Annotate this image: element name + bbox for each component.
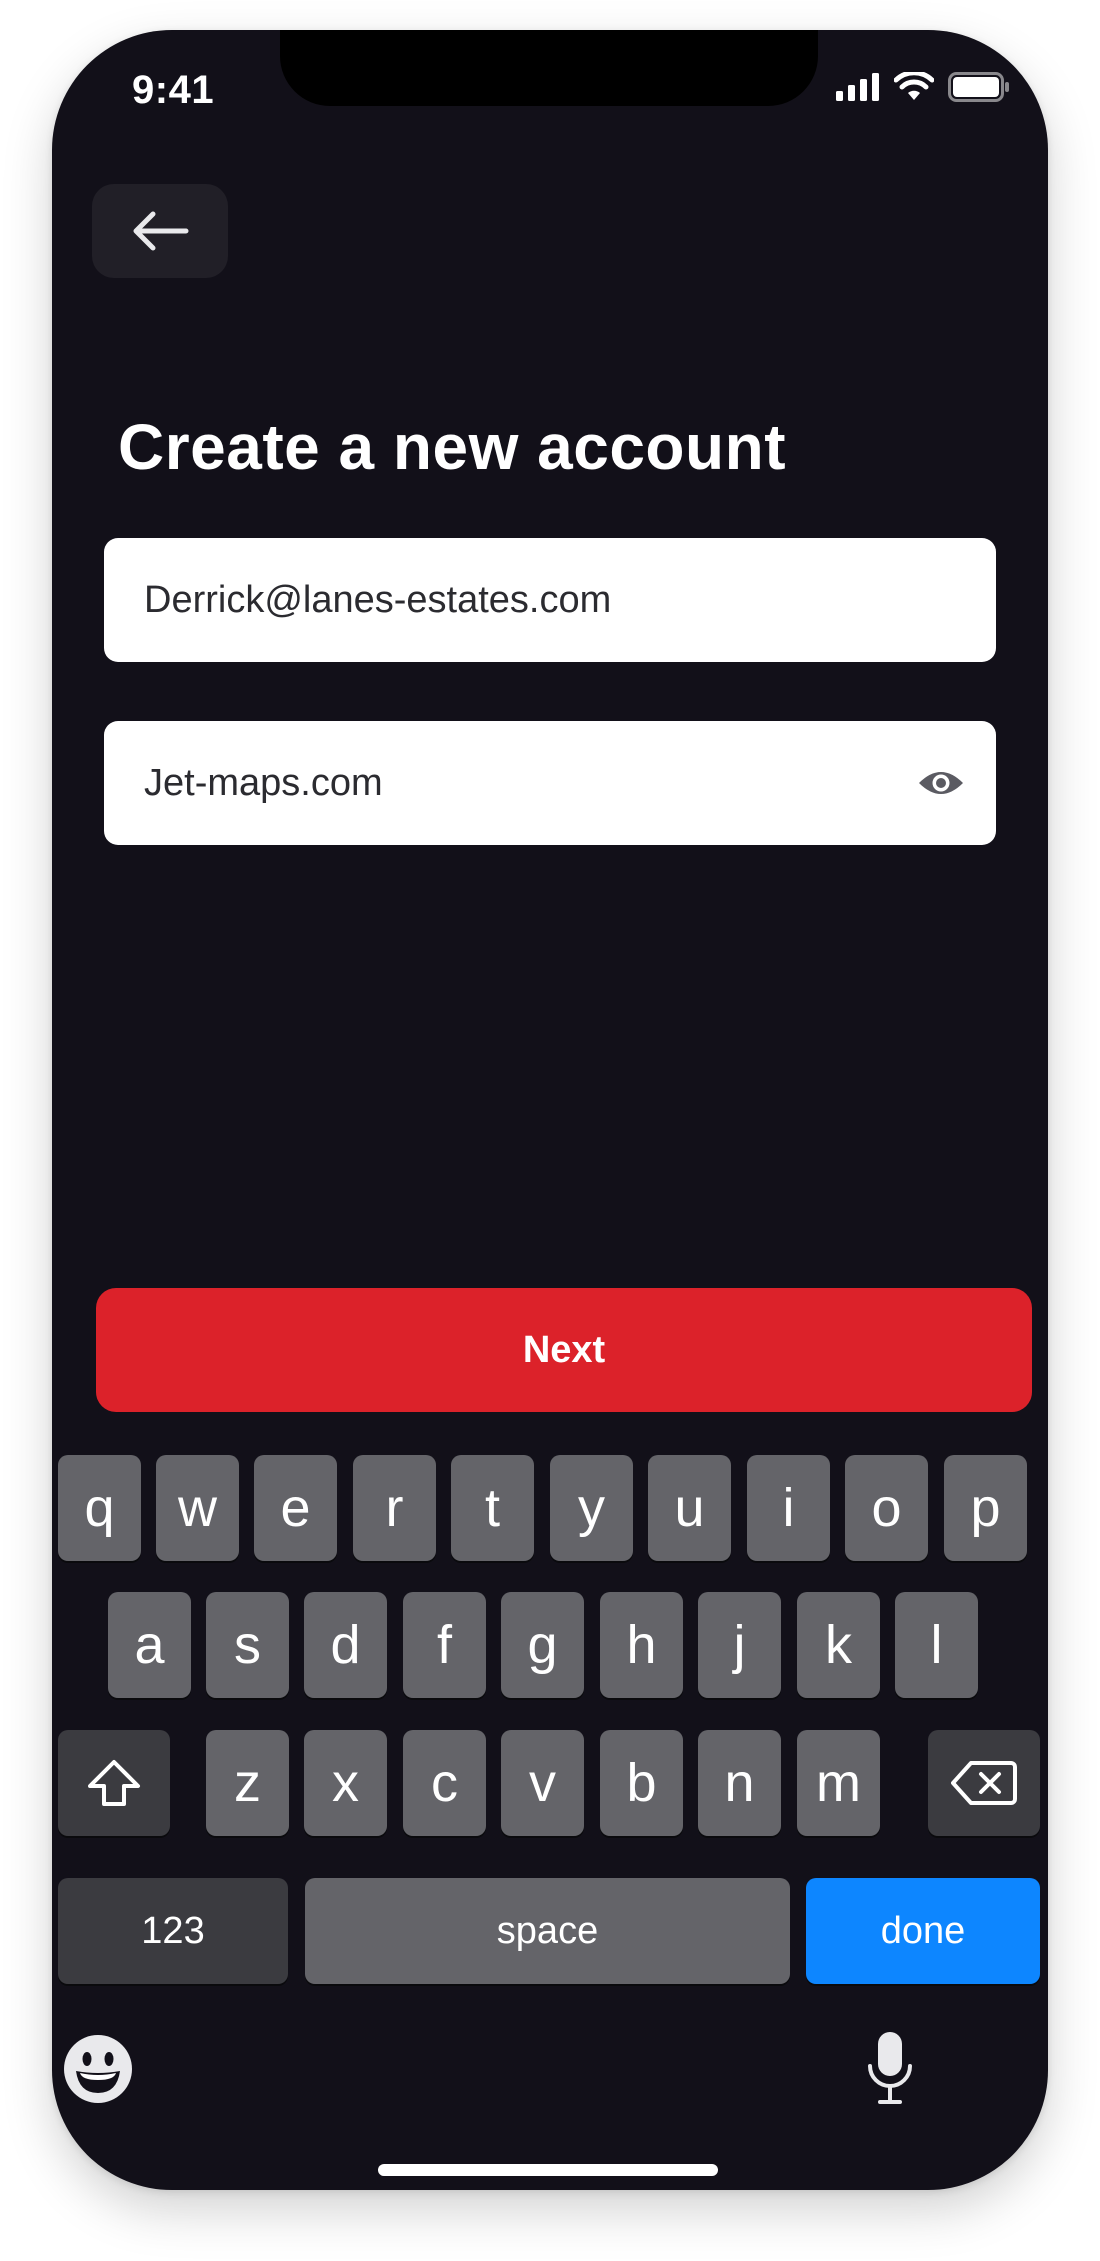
done-key[interactable]: done xyxy=(806,1878,1040,1984)
key-i[interactable]: i xyxy=(747,1455,830,1561)
key-x[interactable]: x xyxy=(304,1730,387,1836)
key-d[interactable]: d xyxy=(304,1592,387,1698)
key-z[interactable]: z xyxy=(206,1730,289,1836)
shift-key[interactable] xyxy=(58,1730,170,1836)
key-j[interactable]: j xyxy=(698,1592,781,1698)
email-input[interactable] xyxy=(144,578,956,622)
backspace-key[interactable] xyxy=(928,1730,1040,1836)
next-button[interactable]: Next xyxy=(96,1288,1032,1412)
password-input[interactable] xyxy=(144,761,916,805)
space-key[interactable]: space xyxy=(305,1878,790,1984)
key-y[interactable]: y xyxy=(550,1455,633,1561)
key-k[interactable]: k xyxy=(797,1592,880,1698)
key-p[interactable]: p xyxy=(944,1455,1027,1561)
numbers-key[interactable]: 123 xyxy=(58,1878,288,1984)
key-w[interactable]: w xyxy=(156,1455,239,1561)
notch xyxy=(280,30,818,106)
key-e[interactable]: e xyxy=(254,1455,337,1561)
status-icons xyxy=(836,72,1010,102)
key-f[interactable]: f xyxy=(403,1592,486,1698)
backspace-icon xyxy=(951,1761,1017,1805)
password-field[interactable] xyxy=(104,721,996,845)
microphone-icon[interactable] xyxy=(866,2030,914,2106)
key-s[interactable]: s xyxy=(206,1592,289,1698)
back-button[interactable] xyxy=(92,184,228,278)
key-h[interactable]: h xyxy=(600,1592,683,1698)
page-title: Create a new account xyxy=(118,411,786,483)
key-m[interactable]: m xyxy=(797,1730,880,1836)
key-g[interactable]: g xyxy=(501,1592,584,1698)
status-time: 9:41 xyxy=(132,68,215,112)
key-t[interactable]: t xyxy=(451,1455,534,1561)
key-v[interactable]: v xyxy=(501,1730,584,1836)
key-u[interactable]: u xyxy=(648,1455,731,1561)
signal-icon xyxy=(836,73,879,101)
home-indicator xyxy=(378,2164,718,2176)
key-q[interactable]: q xyxy=(58,1455,141,1561)
key-o[interactable]: o xyxy=(845,1455,928,1561)
key-b[interactable]: b xyxy=(600,1730,683,1836)
emoji-icon[interactable] xyxy=(62,2033,134,2105)
back-arrow-icon xyxy=(133,211,189,251)
phone-frame: 9:41 Create a new account Derrick@lanes-… xyxy=(52,30,1048,2190)
key-r[interactable]: r xyxy=(353,1455,436,1561)
key-a[interactable]: a xyxy=(108,1592,191,1698)
battery-icon xyxy=(948,72,1009,102)
key-l[interactable]: l xyxy=(895,1592,978,1698)
eye-icon[interactable] xyxy=(916,758,966,808)
shift-icon xyxy=(88,1760,140,1806)
key-c[interactable]: c xyxy=(403,1730,486,1836)
key-n[interactable]: n xyxy=(698,1730,781,1836)
wifi-icon xyxy=(894,72,934,100)
email-field[interactable] xyxy=(104,538,996,662)
